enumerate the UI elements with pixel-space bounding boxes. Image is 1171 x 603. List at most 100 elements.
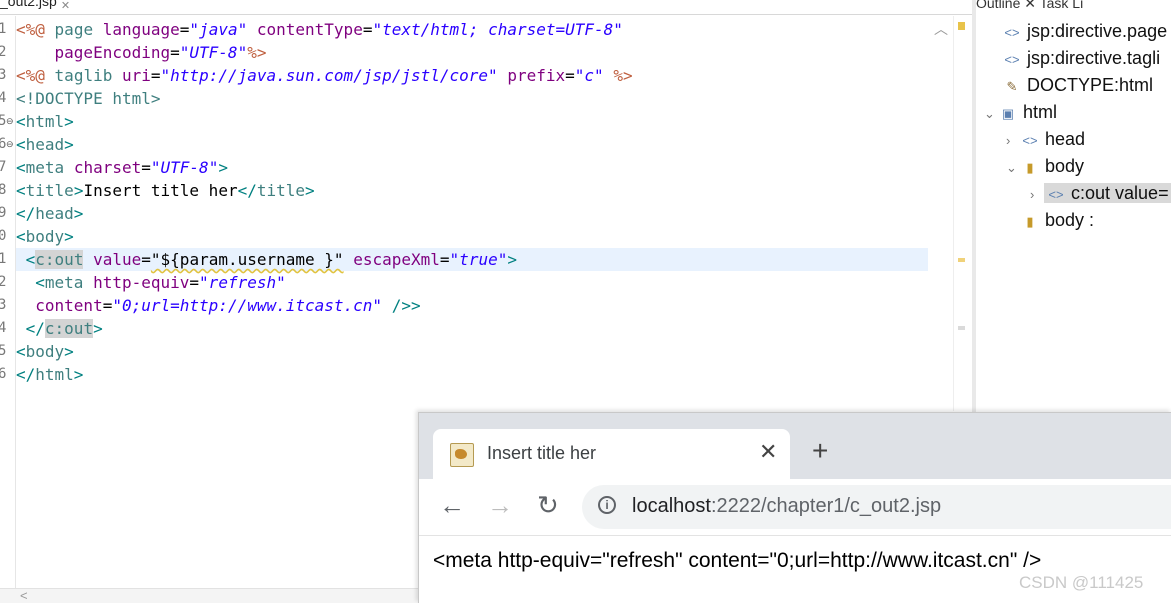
code-token: title <box>256 181 306 200</box>
close-icon[interactable]: ✕ <box>61 0 70 12</box>
outline-item-label: c:out value= <box>1071 183 1169 203</box>
code-token: "true" <box>449 250 508 269</box>
outline-tree[interactable]: <> jsp:directive.page <> jsp:directive.t… <box>976 14 1171 414</box>
chevron-left-icon[interactable]: < <box>20 588 28 603</box>
line-number: 8 <box>0 182 7 198</box>
outline-item[interactable]: ▮ body : <box>1020 207 1094 233</box>
code-line[interactable]: <title>Insert title her</title> <box>16 179 928 202</box>
code-token: contentType <box>256 20 363 39</box>
outline-item[interactable]: ⌄ ▣ html <box>984 99 1057 125</box>
page-body-text: <meta http-equiv="refresh" content="0;ur… <box>433 549 1042 572</box>
overview-ruler[interactable] <box>953 16 970 411</box>
code-line[interactable]: pageEncoding="UTF-8"%> <box>16 41 928 64</box>
chevron-down-icon[interactable]: ⌄ <box>1006 155 1020 181</box>
fold-icon[interactable]: ⊖ <box>6 110 15 133</box>
outline-item[interactable]: ✎ DOCTYPE:html <box>1002 72 1154 98</box>
code-line[interactable]: <body> <box>16 340 928 363</box>
code-editor[interactable]: <%@ page language="java" contentType="te… <box>16 18 928 386</box>
line-number: 2 <box>0 44 7 60</box>
occurrence-marker[interactable] <box>958 326 965 330</box>
code-token: prefix <box>507 66 566 85</box>
code-token: <%@ <box>16 20 45 39</box>
warning-marker[interactable] <box>958 22 965 30</box>
info-icon[interactable]: i <box>598 496 616 514</box>
browser-tab-strip: Insert title her ✕ + <box>419 413 1171 479</box>
vertical-scrollbar[interactable]: ︿ <box>929 16 953 411</box>
outline-item-label: jsp:directive.tagli <box>1027 48 1161 68</box>
line-number: 1 <box>0 21 7 37</box>
chevron-up-icon[interactable]: ︿ <box>934 22 948 36</box>
browser-tab[interactable]: Insert title her ✕ <box>433 429 790 479</box>
reload-icon[interactable]: ↻ <box>537 491 559 519</box>
code-token: "0;url=http://www.itcast.cn" <box>112 296 383 315</box>
element-icon: ▮ <box>1026 214 1034 229</box>
fold-icon[interactable]: ⊖ <box>6 133 15 156</box>
code-line[interactable]: </html> <box>16 363 928 386</box>
code-line[interactable]: <%@ taglib uri="http://java.sun.com/jsp/… <box>16 64 928 87</box>
code-token: head <box>35 204 74 223</box>
code-line[interactable]: </c:out> <box>16 317 928 340</box>
code-token: "UTF-8" <box>150 158 219 177</box>
outline-tab-bar[interactable]: Outline ✕ Task Li <box>976 0 1171 12</box>
code-token: %> <box>613 66 633 85</box>
code-token: taglib <box>54 66 113 85</box>
occurrence-marker[interactable] <box>958 258 965 262</box>
chevron-right-icon[interactable]: › <box>1006 128 1020 154</box>
code-token: body <box>25 227 65 246</box>
editor-tab[interactable]: _out2.jsp ✕ <box>0 0 100 14</box>
back-arrow-icon[interactable]: ← <box>439 491 465 519</box>
code-line[interactable]: <%@ page language="java" contentType="te… <box>16 18 928 41</box>
code-line[interactable]: <body> <box>16 225 928 248</box>
forward-arrow-icon[interactable]: → <box>487 491 513 519</box>
outline-item-selected[interactable]: › <> c:out value= <box>1030 180 1171 206</box>
line-number: 3 <box>0 297 7 313</box>
code-line-current[interactable]: <c:out value="${param.username }" escape… <box>16 248 928 271</box>
horizontal-scrollbar[interactable]: < <box>0 588 420 603</box>
line-number: 1 <box>0 251 7 267</box>
code-token: "UTF-8" <box>179 43 248 62</box>
code-token: Insert title her <box>83 181 238 200</box>
outline-item[interactable]: ⌄ ▮ body <box>1006 153 1084 179</box>
code-line[interactable]: <head> <box>16 133 928 156</box>
outline-item[interactable]: <> jsp:directive.tagli <box>1002 45 1160 71</box>
close-icon[interactable]: ✕ <box>759 439 777 465</box>
line-number: 4 <box>0 320 7 336</box>
code-token: escapeXml <box>353 250 440 269</box>
code-line[interactable]: <meta http-equiv="refresh" <box>16 271 928 294</box>
url-host: localhost <box>632 495 711 517</box>
browser-tab-title: Insert title her <box>487 443 597 463</box>
code-line[interactable]: <meta charset="UTF-8"> <box>16 156 928 179</box>
line-number: 2 <box>0 274 7 290</box>
code-token: charset <box>73 158 142 177</box>
tag-icon: <> <box>1004 52 1020 67</box>
code-token: uri <box>121 66 151 85</box>
doctype-icon: ✎ <box>1006 79 1018 94</box>
code-token: value <box>93 250 142 269</box>
code-line[interactable]: </head> <box>16 202 928 225</box>
outline-item[interactable]: <> jsp:directive.page <box>1002 18 1167 44</box>
code-token: "refresh" <box>199 273 286 292</box>
outline-tab-label: Outline ✕ Task Li <box>976 0 1084 11</box>
code-token: html <box>35 365 74 384</box>
code-token: page <box>54 20 94 39</box>
line-number: 6 <box>0 366 7 382</box>
chevron-down-icon[interactable]: ⌄ <box>984 101 998 127</box>
code-line[interactable]: <!DOCTYPE html> <box>16 87 928 110</box>
outline-item[interactable]: › <> head <box>1006 126 1085 152</box>
chevron-right-icon[interactable]: › <box>1030 182 1044 208</box>
code-line[interactable]: <html> <box>16 110 928 133</box>
url-text[interactable]: localhost:2222/chapter1/c_out2.jsp <box>632 495 941 518</box>
code-line[interactable]: content="0;url=http://www.itcast.cn" />> <box>16 294 928 317</box>
code-token: c:out <box>44 319 94 338</box>
code-token: c:out <box>35 250 84 269</box>
outline-item-label: DOCTYPE:html <box>1027 75 1154 95</box>
code-token: language <box>102 20 180 39</box>
code-token: title <box>25 181 74 200</box>
address-bar[interactable]: i localhost:2222/chapter1/c_out2.jsp <box>582 485 1171 529</box>
line-number-gutter: 1 2 3 4 5 ⊖ 6 ⊖ 7 8 9 0 1 2 3 4 5 6 <box>0 16 16 588</box>
editor-tab-label: _out2.jsp <box>0 0 57 9</box>
new-tab-button[interactable]: + <box>812 437 828 465</box>
outline-item-label: jsp:directive.page <box>1027 21 1168 41</box>
code-token: "http://java.sun.com/jsp/jstl/core" <box>160 66 498 85</box>
tag-icon: <> <box>1022 133 1038 148</box>
